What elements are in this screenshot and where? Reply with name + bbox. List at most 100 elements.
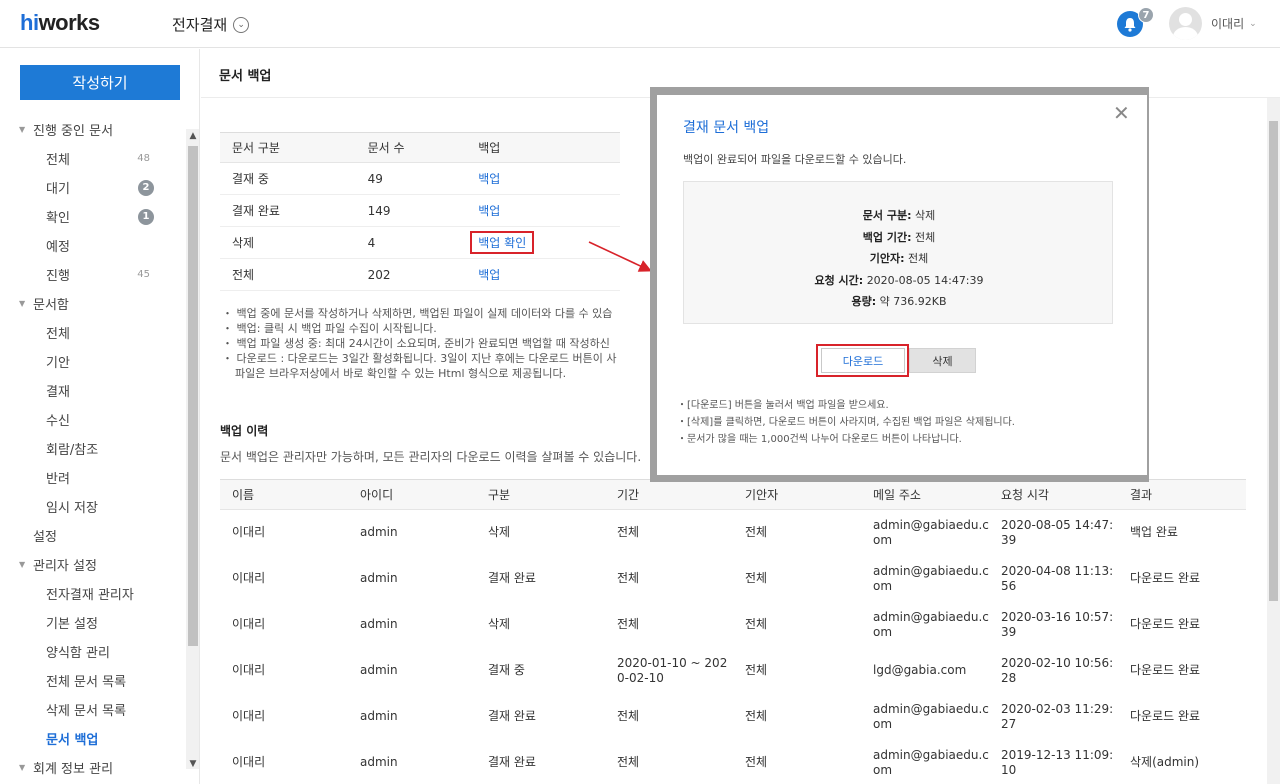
delete-button[interactable]: 삭제 (909, 348, 976, 373)
sidebar-item[interactable]: 전체 (0, 318, 186, 347)
history-cell: 이대리 (232, 571, 266, 585)
hiworks-logo[interactable]: hiworks (20, 10, 100, 36)
sidebar-item[interactable]: 진행 45 (0, 260, 186, 289)
column-header: 기안자 (733, 479, 861, 510)
sidebar-item[interactable]: 전자결재 관리자 (0, 579, 186, 608)
history-cell: 다운로드 완료 (1130, 617, 1201, 631)
avatar[interactable] (1169, 7, 1202, 40)
sidebar-item[interactable]: 예정 (0, 231, 186, 260)
bell-icon (1124, 17, 1136, 32)
info-value: 약 736.92KB (879, 295, 947, 308)
sidebar-item[interactable]: 수신 (0, 405, 186, 434)
history-cell: 삭제 (488, 617, 511, 631)
sidebar-item[interactable]: 삭제 문서 목록 (0, 695, 186, 724)
sidebar-item[interactable]: 기본 설정 (0, 608, 186, 637)
column-header: 기간 (605, 479, 733, 510)
doc-count: 4 (355, 226, 467, 259)
sidebar-item-label: 수신 (46, 414, 70, 429)
table-row: 삭제 4 백업 확인 (220, 226, 620, 259)
backup-cell: 백업 (466, 194, 620, 227)
history-cell: 결재 완료 (488, 571, 536, 585)
sidebar-item[interactable]: ▼ 회계 정보 관리 (0, 753, 186, 782)
info-value: 전체 (908, 252, 929, 265)
item-count: 48 (137, 153, 150, 164)
scroll-up-icon[interactable]: ▲ (186, 131, 199, 141)
history-cell: 다운로드 완료 (1130, 709, 1201, 723)
history-cell: admin@gabiaedu.com (873, 701, 989, 731)
sidebar-nav: ▼ 진행 중인 문서 전체 48 대기 2 확인 1 예정 진행 45 ▼ 문서함전체기안 결재수신회람/… (0, 115, 186, 782)
column-header: 문서 수 (355, 132, 467, 163)
download-button[interactable]: 다운로드 (821, 348, 905, 373)
history-cell: 전체 (745, 663, 768, 677)
app-title-dropdown[interactable]: 전자결재 ⌄ (172, 14, 250, 35)
sidebar-scroll-thumb[interactable] (188, 146, 198, 646)
sidebar-item[interactable]: 전체 48 (0, 144, 186, 173)
sidebar-item[interactable]: 기안 (0, 347, 186, 376)
info-label: 문서 구분: (862, 209, 912, 222)
sidebar-item[interactable]: 반려 (0, 463, 186, 492)
sidebar-item[interactable]: 확인 1 (0, 202, 186, 231)
history-cell: admin (360, 709, 398, 723)
table-row: 이대리 admin 결재 완료 전체 전체 admin@gabiaedu.com 2019-… (220, 740, 1246, 784)
sidebar-item-label: 설정 (33, 530, 57, 545)
info-label: 백업 기간: (862, 230, 912, 244)
sidebar-item-label: 진행 (46, 269, 70, 284)
history-cell: 삭제 (488, 525, 511, 540)
sidebar-item[interactable]: 회람/참조 (0, 434, 186, 463)
sidebar-item[interactable]: 설정 (0, 521, 186, 550)
history-cell: 2020-02-03 11:29:27 (1001, 701, 1114, 731)
doc-count: 49 (355, 162, 467, 195)
close-icon[interactable]: ✕ (1113, 101, 1130, 125)
sidebar-item[interactable]: 전체 문서 목록 (0, 666, 186, 695)
column-header: 이름 (220, 479, 348, 510)
sidebar-item[interactable]: ▼ 관리자 설정 (0, 550, 186, 579)
scroll-down-icon[interactable]: ▼ (186, 759, 199, 769)
sidebar-item[interactable]: 문서 백업 (0, 724, 186, 753)
sidebar-item[interactable]: 대기 2 (0, 173, 186, 202)
sidebar-item[interactable]: ▼ 진행 중인 문서 (0, 115, 186, 144)
table-row: 결재 완료 149 백업 (220, 194, 620, 227)
caret-down-icon: ▼ (19, 763, 26, 772)
history-cell: 전체 (745, 571, 768, 585)
info-line: 백업 기간: 전체 (684, 229, 1114, 245)
history-cell: 결재 중 (488, 663, 525, 677)
table-row: 이대리 admin 삭제 전체 전체 admin@gabiaedu.com 2020-08-… (220, 510, 1246, 556)
history-cell: 결재 완료 (488, 709, 536, 723)
history-cell: 백업 완료 (1130, 525, 1178, 540)
write-button[interactable]: 작성하기 (20, 65, 180, 100)
history-cell: admin@gabiaedu.com (873, 563, 989, 593)
table-row: 이대리 admin 결재 완료 전체 전체 admin@gabiaedu.com 2020-… (220, 556, 1246, 602)
main-scroll-thumb[interactable] (1269, 121, 1278, 601)
backup-link[interactable]: 백업 (478, 268, 500, 282)
info-line: 용량: 약 736.92KB (684, 293, 1114, 309)
history-cell: admin (360, 571, 398, 585)
history-cell: admin (360, 663, 398, 677)
history-description: 문서 백업은 관리자만 가능하며, 모든 관리자의 다운로드 이력을 살펴볼 수… (220, 450, 642, 464)
table-row: 이대리 admin 결재 중 2020-01-10 ~ 2020-02-10 전체 lgd… (220, 648, 1246, 694)
item-badge: 2 (138, 179, 154, 196)
app-title: 전자결재 (172, 16, 228, 34)
column-header: 메일 주소 (861, 479, 989, 510)
sidebar-item[interactable]: 결재 (0, 376, 186, 405)
backup-confirm-link[interactable]: 백업 확인 (470, 231, 535, 254)
backup-cell: 백업 (466, 162, 620, 195)
user-menu[interactable]: 이대리 ⌄ (1211, 15, 1257, 32)
sidebar-item[interactable]: 임시 저장 (0, 492, 186, 521)
caret-down-icon: ▼ (19, 560, 26, 569)
info-line: 문서 구분: 삭제 (684, 207, 1114, 223)
info-label: 기안자: (869, 252, 905, 265)
history-cell: 전체 (617, 709, 640, 723)
backup-link[interactable]: 백업 (478, 172, 500, 186)
backup-link[interactable]: 백업 (478, 204, 500, 218)
backup-notes: ・ 백업 중에 문서를 작성하거나 삭제하면, 백업된 파일이 실제 데이터와 … (222, 306, 662, 381)
notification-badge: 7 (1138, 7, 1154, 23)
table-row: 전체 202 백업 (220, 258, 620, 291)
sidebar-item[interactable]: 양식함 관리 (0, 637, 186, 666)
history-cell: 전체 (745, 709, 768, 723)
info-label: 요청 시간: (814, 273, 864, 287)
sidebar-item-label: 전자결재 관리자 (46, 588, 134, 603)
sidebar-item-label: 전체 (46, 327, 70, 342)
history-cell: 이대리 (232, 617, 266, 631)
sidebar-item[interactable]: ▼ 문서함 (0, 289, 186, 318)
history-cell: 전체 (745, 755, 768, 769)
